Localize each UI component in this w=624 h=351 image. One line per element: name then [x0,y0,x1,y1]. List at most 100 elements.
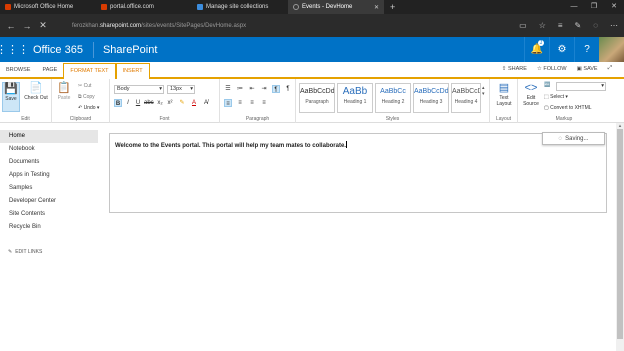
check-out-button[interactable]: 📄 Check Out [22,82,50,101]
ltr-icon[interactable]: ¶ [272,85,280,93]
tab-insert[interactable]: INSERT [115,63,150,79]
browser-tab-site-collections[interactable]: Manage site collections [192,0,288,14]
clear-format-icon[interactable]: A̸ [202,99,210,107]
cut-button[interactable]: ✂ Cut [78,83,91,89]
scrollbar-thumb[interactable] [617,129,623,339]
bullets-icon[interactable]: ☰ [224,85,232,93]
chevron-down-icon: ▾ [190,86,193,92]
superscript-button[interactable]: x² [166,99,174,107]
style-preview: AaBb [342,86,368,97]
vertical-scrollbar[interactable]: ▴ [616,123,624,351]
increase-indent-icon[interactable]: ⇥ [260,85,268,93]
nav-item-site-contents[interactable]: Site Contents [0,208,98,221]
favorite-star-icon[interactable]: ☆ [539,21,546,30]
saving-status: ◌ Saving... [542,132,605,145]
forward-arrow-icon[interactable]: → [22,21,32,31]
font-family-select[interactable]: Body ▾ [114,85,164,94]
styles-group: AaBbCcDdI Paragraph AaBb Heading 1 AaBbC… [296,79,490,123]
nav-item-developer-center[interactable]: Developer Center [0,195,98,208]
browser-tab-events[interactable]: Events - DevHome ✕ [288,0,384,14]
web-note-icon[interactable]: ✎ [575,21,582,30]
style-heading-3[interactable]: AaBbCcDd Heading 3 [413,83,449,113]
save-button[interactable]: 💾 Save [2,82,20,112]
share-button[interactable]: ⇪ SHARE [502,66,527,72]
follow-button[interactable]: ☆ FOLLOW [537,66,567,72]
align-left-icon[interactable]: ≡ [224,99,232,107]
stop-loading-icon[interactable]: ✕ [38,20,48,31]
subscript-button[interactable]: x₂ [156,99,164,107]
notification-badge: 1 [538,40,544,46]
text-layout-button[interactable]: ▤ Text Layout [492,82,516,107]
rtl-icon[interactable]: ¶ [284,85,292,93]
page-content-editor[interactable]: Welcome to the Events portal. This porta… [109,133,607,213]
bold-button[interactable]: B [114,99,122,107]
notifications-bell-icon[interactable]: 🔔 1 [524,37,549,62]
copy-label: Copy [82,94,95,100]
edit-source-button[interactable]: <> Edit Source [520,82,542,107]
select-button[interactable]: ⬚ Select ▾ [544,94,568,100]
italic-button[interactable]: I [124,99,132,107]
focus-content-icon[interactable]: ⤢ [608,65,612,72]
nav-item-recycle-bin[interactable]: Recycle Bin [0,221,98,234]
share-icon[interactable]: ◌ [593,21,598,30]
browser-tab-office-home[interactable]: Microsoft Office Home [0,0,96,14]
languages-icon[interactable]: 🔤 [544,82,550,88]
url-field[interactable]: ferozkhan.sharepoint.com/sites/events/Si… [72,23,507,29]
style-preview: AaBbCcDd [414,88,448,95]
suite-bar: ⋮⋮⋮ Office 365 SharePoint 🔔 1 ⚙ ? [0,37,624,62]
tab-browse[interactable]: BROWSE [0,63,36,77]
sharepoint-app-link[interactable]: SharePoint [94,44,157,56]
minimize-button[interactable]: — [564,0,584,14]
nav-item-documents[interactable]: Documents [0,156,98,169]
close-tab-icon[interactable]: ✕ [374,4,379,11]
help-question-icon[interactable]: ? [574,37,599,62]
font-color-icon[interactable]: A [190,99,198,107]
nav-item-samples[interactable]: Samples [0,182,98,195]
nav-item-home[interactable]: Home [0,130,98,143]
reading-view-icon[interactable]: ▭ [519,21,527,30]
justify-icon[interactable]: ≡ [260,99,268,107]
tab-format-text[interactable]: FORMAT TEXT [63,63,116,79]
hub-icon[interactable]: ≡ [558,21,563,30]
save-page-button[interactable]: ▣ SAVE [577,66,598,72]
paste-button[interactable]: 📋 Paste [54,82,74,101]
markup-style-select[interactable]: ▾ [556,82,606,91]
back-arrow-icon[interactable]: ← [6,21,16,31]
highlight-color-icon[interactable]: ✎ [178,99,186,107]
office365-brand-link[interactable]: Office 365 [25,41,94,58]
settings-gear-icon[interactable]: ⚙ [549,37,574,62]
style-heading-2[interactable]: AaBbCc Heading 2 [375,83,411,113]
styles-group-label: Styles [385,116,400,122]
spinner-icon: ◌ [558,135,563,142]
numbering-icon[interactable]: ≔ [236,85,244,93]
align-right-icon[interactable]: ≡ [248,99,256,107]
tab-page[interactable]: PAGE [36,63,63,77]
style-paragraph[interactable]: AaBbCcDdI Paragraph [299,83,335,113]
quick-launch-nav: Home Notebook Documents Apps in Testing … [0,130,98,234]
copy-button[interactable]: ⧉ Copy [78,94,95,100]
style-heading-4[interactable]: AaBbCcDd Heading 4 [451,83,481,113]
restore-button[interactable]: ❐ [584,0,604,14]
style-heading-1[interactable]: AaBb Heading 1 [337,83,373,113]
styles-scroll-icon[interactable]: ▴ ▾ [482,85,485,97]
underline-button[interactable]: U [134,99,142,107]
font-size-select[interactable]: 13px ▾ [167,85,195,94]
style-name: Heading 2 [381,99,405,105]
close-window-button[interactable]: ✕ [604,0,624,14]
style-name: Heading 3 [419,99,443,105]
align-center-icon[interactable]: ≡ [236,99,244,107]
more-icon[interactable]: ⋯ [610,21,618,30]
edit-links-button[interactable]: ✎ EDIT LINKS [8,249,42,255]
font-group-label: Font [159,116,170,122]
undo-button[interactable]: ↶ Undo ▾ [78,105,99,111]
browser-tab-portal[interactable]: portal.office.com [96,0,192,14]
app-launcher-waffle-icon[interactable]: ⋮⋮⋮ [0,37,29,62]
decrease-indent-icon[interactable]: ⇤ [248,85,256,93]
new-tab-button[interactable]: + [384,0,401,14]
convert-xhtml-button[interactable]: ▢ Convert to XHTML [544,105,592,111]
paste-clipboard-icon: 📋 [57,82,71,94]
strikethrough-button[interactable]: abc [144,99,154,107]
nav-item-notebook[interactable]: Notebook [0,143,98,156]
avatar[interactable] [599,37,624,62]
nav-item-apps-in-testing[interactable]: Apps in Testing [0,169,98,182]
